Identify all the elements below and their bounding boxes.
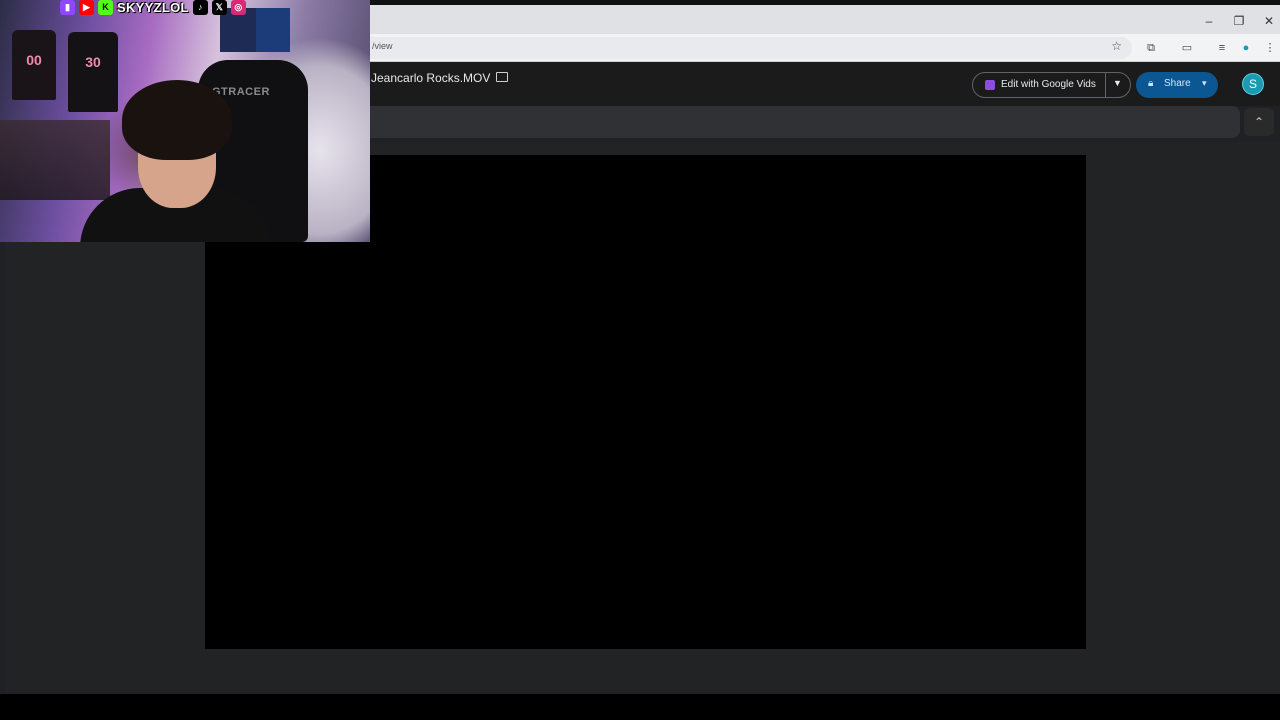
social-handles: ▮ ▶ K SKYYZLOL ♪ 𝕏 ◎ [60, 0, 246, 15]
menu-kebab-icon[interactable]: ⋮ [1261, 39, 1279, 57]
restore-button[interactable]: ❐ [1224, 11, 1254, 31]
avatar[interactable]: S [1242, 73, 1264, 95]
bookmark-star-icon[interactable]: ☆ [1111, 39, 1122, 53]
twitch-icon: ▮ [60, 0, 75, 15]
streamer-hair [122, 80, 232, 160]
x-icon: 𝕏 [211, 0, 227, 15]
vids-icon [985, 80, 995, 90]
chevron-down-icon[interactable]: ▼ [1113, 78, 1122, 88]
minimize-button[interactable]: – [1194, 11, 1224, 31]
share-label: Share [1164, 78, 1191, 89]
share-button[interactable]: 🔒︎ Share ▾ [1136, 72, 1218, 98]
youtube-icon: ▶ [79, 0, 94, 15]
kick-icon: K [98, 0, 113, 15]
jersey-number: 30 [85, 54, 101, 70]
profile-icon[interactable]: ● [1237, 39, 1255, 57]
edit-with-vids-button[interactable]: Edit with Google Vids ▼ [972, 72, 1131, 98]
lock-icon: 🔒︎ [1148, 78, 1154, 89]
jersey: 30 [68, 32, 118, 112]
address-bar[interactable]: /view ☆ [300, 37, 1132, 59]
screen: – ❐ ✕ /view ☆ ⧉ ▭ ≡ ● ⋮ Jeancarlo Rocks.… [0, 0, 1280, 720]
jersey-number: 00 [26, 52, 42, 68]
instagram-icon: ◎ [230, 0, 246, 15]
cast-icon[interactable]: ▭ [1178, 39, 1196, 57]
share-dropdown-icon[interactable]: ▾ [1202, 78, 1207, 89]
webcam-overlay: 00 30 GTRACER ▮ ▶ K SKYYZLOL ♪ 𝕏 ◎ [0, 0, 370, 242]
add-to-folder-icon[interactable] [496, 72, 508, 82]
extensions-icon[interactable]: ⧉ [1142, 39, 1160, 57]
poster [256, 8, 290, 52]
tiktok-icon: ♪ [192, 0, 208, 15]
file-title: Jeancarlo Rocks.MOV [371, 71, 491, 85]
url-text: /view [372, 41, 393, 51]
jersey: 00 [12, 30, 56, 100]
edit-with-vids-label: Edit with Google Vids [1001, 79, 1096, 90]
streamer-handle: SKYYZLOL [117, 0, 189, 15]
close-button[interactable]: ✕ [1254, 11, 1280, 31]
button-divider [1105, 73, 1106, 97]
reading-list-icon[interactable]: ≡ [1213, 39, 1231, 57]
chevron-up-icon[interactable]: ⌃ [1244, 108, 1274, 136]
shoe-shelf [0, 120, 110, 200]
